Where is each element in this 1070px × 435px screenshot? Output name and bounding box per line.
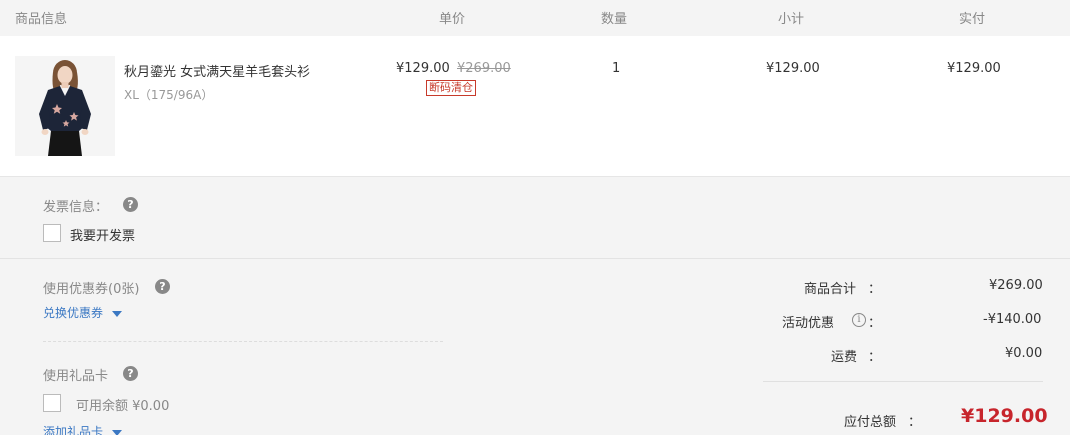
product-row: 秋月鎏光 女式满天星羊毛套头衫 XL（175/96A） ¥129.00 ¥269… [0, 36, 1070, 177]
gift-card-help-icon[interactable]: ? [123, 366, 138, 381]
invoice-label: 发票信息： [43, 200, 109, 215]
product-name[interactable]: 秋月鎏光 女式满天星羊毛套头衫 [124, 61, 310, 80]
column-header-product: 商品信息 [15, 12, 68, 27]
total-value: ¥129.00 [961, 405, 1048, 427]
product-price: ¥129.00 [396, 61, 450, 76]
column-header-unit-price: 单价 [439, 12, 466, 27]
shipping-value: ¥0.00 [1005, 346, 1043, 361]
product-thumbnail[interactable] [15, 56, 115, 156]
product-subtotal: ¥129.00 [766, 61, 820, 76]
add-gift-card-label: 添加礼品卡 [43, 425, 104, 435]
gift-card-balance: 可用余额 ¥0.00 [76, 399, 170, 414]
product-original-price: ¥269.00 [457, 61, 511, 76]
dashed-divider [43, 341, 443, 342]
section-divider [0, 258, 1070, 259]
gift-card-label: 使用礼品卡 [43, 369, 109, 384]
total-colon: ： [908, 415, 922, 430]
coupon-label: 使用优惠券(0张) [43, 282, 140, 297]
clearance-badge: 断码清仓 [426, 80, 476, 96]
gift-card-checkbox[interactable] [43, 394, 61, 412]
redeem-coupon-label: 兑换优惠券 [43, 306, 104, 320]
discount-value: -¥140.00 [983, 312, 1042, 327]
goods-total-label: 商品合计 [804, 282, 857, 297]
chevron-down-icon [112, 429, 123, 435]
table-header: 商品信息 单价 数量 小计 实付 [0, 0, 1070, 36]
invoice-checkbox[interactable] [43, 224, 61, 242]
invoice-checkbox-label[interactable]: 我要开发票 [70, 225, 135, 244]
total-label: 应付总额 [844, 415, 897, 430]
column-header-actual: 实付 [959, 12, 986, 27]
redeem-coupon-link[interactable]: 兑换优惠券 [43, 304, 123, 321]
chevron-down-icon [112, 310, 123, 317]
column-header-quantity: 数量 [601, 12, 628, 27]
invoice-help-icon[interactable]: ? [123, 197, 138, 212]
coupon-help-icon[interactable]: ? [155, 279, 170, 294]
column-header-subtotal: 小计 [778, 12, 805, 27]
goods-total-colon: ： [868, 282, 882, 297]
summary-divider [763, 381, 1043, 382]
discount-label: 活动优惠 [782, 316, 835, 331]
product-quantity: 1 [612, 61, 621, 76]
shipping-colon: ： [868, 350, 882, 365]
add-gift-card-link[interactable]: 添加礼品卡 [43, 423, 123, 435]
info-icon[interactable]: i [852, 313, 866, 327]
goods-total-value: ¥269.00 [989, 278, 1043, 293]
product-spec: XL（175/96A） [124, 88, 214, 102]
product-actual-paid: ¥129.00 [947, 61, 1001, 76]
discount-colon: ： [868, 316, 882, 331]
shipping-label: 运费 [831, 350, 858, 365]
sweater-product-photo [15, 56, 115, 156]
